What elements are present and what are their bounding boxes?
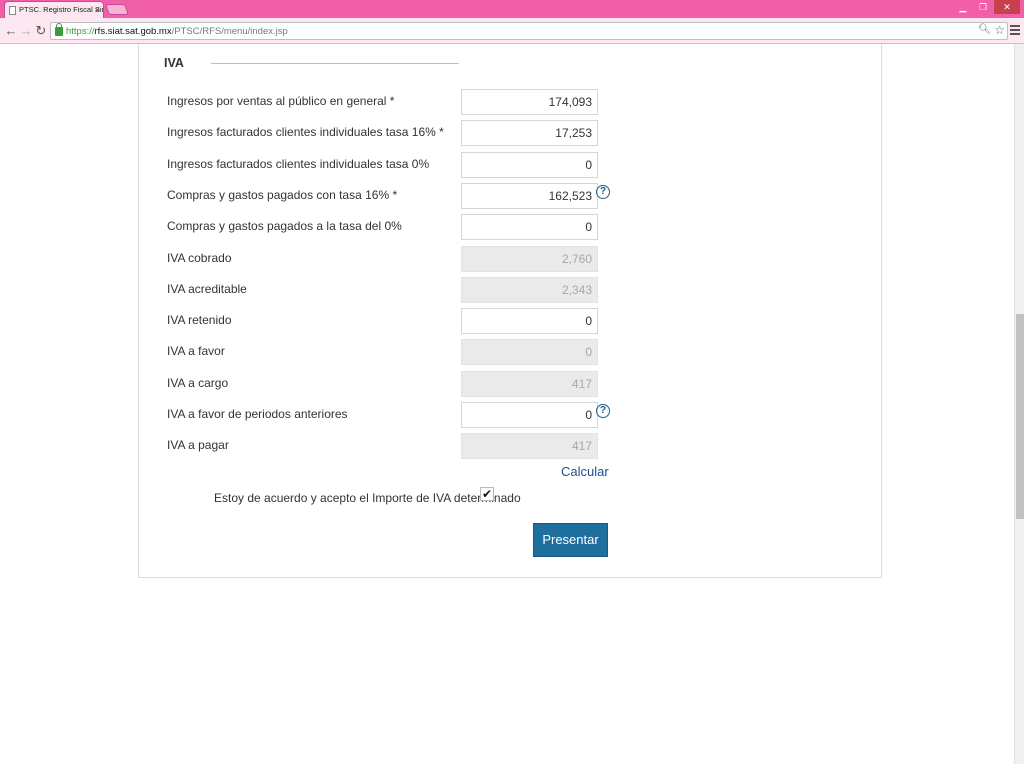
new-tab-button[interactable] bbox=[104, 4, 130, 15]
field-label: IVA retenido bbox=[167, 313, 232, 328]
url-text[interactable]: https://rfs.siat.sat.gob.mx/PTSC/RFS/men… bbox=[66, 23, 288, 40]
amount-input[interactable]: 174,093 bbox=[461, 89, 598, 115]
magnifier-icon[interactable]: 🔍︎ bbox=[978, 24, 991, 35]
star-icon[interactable]: ☆ bbox=[994, 23, 1005, 37]
field-label: IVA a cargo bbox=[167, 375, 229, 390]
amount-input[interactable]: 0 bbox=[461, 214, 598, 241]
help-icon[interactable]: ? bbox=[596, 404, 610, 418]
reload-icon[interactable]: ↻ bbox=[34, 22, 48, 40]
browser-toolbar: ← → ↻ https://rfs.siat.sat.gob.mx/PTSC/R… bbox=[0, 18, 1024, 44]
form-row: Ingresos facturados clientes individuale… bbox=[139, 120, 883, 147]
checkmark-icon: ✔ bbox=[481, 487, 493, 501]
readonly-field: 417 bbox=[461, 433, 598, 460]
address-bar[interactable]: https://rfs.siat.sat.gob.mx/PTSC/RFS/men… bbox=[50, 22, 1008, 40]
form-row: IVA a pagar 417 bbox=[139, 433, 883, 460]
field-label: IVA acreditable bbox=[167, 281, 247, 296]
back-icon[interactable]: ← bbox=[4, 22, 18, 40]
form-row: IVA acreditable 2,343 bbox=[139, 276, 883, 303]
hamburger-menu-icon[interactable] bbox=[1010, 23, 1022, 37]
form-row: Ingresos por ventas al público en genera… bbox=[139, 89, 883, 115]
amount-input[interactable]: 0 bbox=[461, 402, 598, 428]
presentar-button[interactable]: Presentar bbox=[533, 523, 608, 557]
page-scrollbar[interactable] bbox=[1014, 44, 1024, 764]
browser-tab[interactable]: PTSC. Registro Fiscal Simp × bbox=[4, 1, 104, 18]
amount-input[interactable]: 17,253 bbox=[461, 120, 598, 147]
forward-icon[interactable]: → bbox=[19, 22, 33, 40]
tab-close-icon[interactable]: × bbox=[95, 2, 100, 18]
field-label: Ingresos facturados clientes individuale… bbox=[167, 125, 444, 140]
help-icon[interactable]: ? bbox=[596, 184, 610, 199]
close-window-icon[interactable]: ✕ bbox=[994, 0, 1020, 14]
form-row: IVA a favor 0 bbox=[139, 339, 883, 366]
field-label: IVA a favor bbox=[167, 344, 225, 359]
field-label: IVA a pagar bbox=[167, 438, 229, 453]
iva-panel: IVA Ingresos por ventas al público en ge… bbox=[138, 44, 882, 578]
lock-icon bbox=[55, 23, 63, 36]
section-title: IVA bbox=[164, 56, 184, 70]
field-label: Compras y gastos pagados con tasa 16% * bbox=[167, 187, 398, 202]
form-row: Ingresos facturados clientes individuale… bbox=[139, 151, 883, 178]
field-label: Compras y gastos pagados a la tasa del 0… bbox=[167, 219, 402, 234]
readonly-field: 2,343 bbox=[461, 276, 598, 303]
form-row: IVA a cargo 417 bbox=[139, 370, 883, 397]
readonly-field: 417 bbox=[461, 370, 598, 397]
agree-checkbox[interactable]: ✔ bbox=[480, 487, 494, 501]
tab-title: PTSC. Registro Fiscal Simp bbox=[19, 5, 104, 14]
restore-icon[interactable]: ❐ bbox=[974, 0, 992, 14]
browser-titlebar: PTSC. Registro Fiscal Simp × ▁ ❐ ✕ bbox=[0, 0, 1024, 18]
form-row: Compras y gastos pagados a la tasa del 0… bbox=[139, 214, 883, 241]
scrollbar-thumb[interactable] bbox=[1016, 314, 1024, 519]
field-label: Ingresos facturados clientes individuale… bbox=[167, 156, 430, 171]
form-row: Compras y gastos pagados con tasa 16% * 1… bbox=[139, 182, 883, 209]
section-divider bbox=[211, 63, 459, 64]
minimize-icon[interactable]: ▁ bbox=[954, 0, 972, 14]
field-label: IVA a favor de periodos anteriores bbox=[167, 407, 348, 421]
calcular-link[interactable]: Calcular bbox=[561, 464, 609, 479]
form-row: IVA cobrado 2,760 bbox=[139, 245, 883, 272]
field-label: Ingresos por ventas al público en genera… bbox=[167, 94, 395, 108]
field-label: IVA cobrado bbox=[167, 250, 232, 265]
amount-input[interactable]: 162,523 bbox=[461, 182, 598, 209]
page-icon bbox=[9, 6, 16, 15]
agree-label: Estoy de acuerdo y acepto el Importe de … bbox=[214, 491, 521, 505]
form-row: IVA a favor de periodos anteriores 0? bbox=[139, 402, 883, 428]
amount-input[interactable]: 0 bbox=[461, 308, 598, 335]
readonly-field: 2,760 bbox=[461, 245, 598, 272]
window-controls: ▁ ❐ ✕ bbox=[954, 0, 1020, 16]
readonly-field: 0 bbox=[461, 339, 598, 366]
amount-input[interactable]: 0 bbox=[461, 151, 598, 178]
form-row: IVA retenido 0 bbox=[139, 308, 883, 335]
